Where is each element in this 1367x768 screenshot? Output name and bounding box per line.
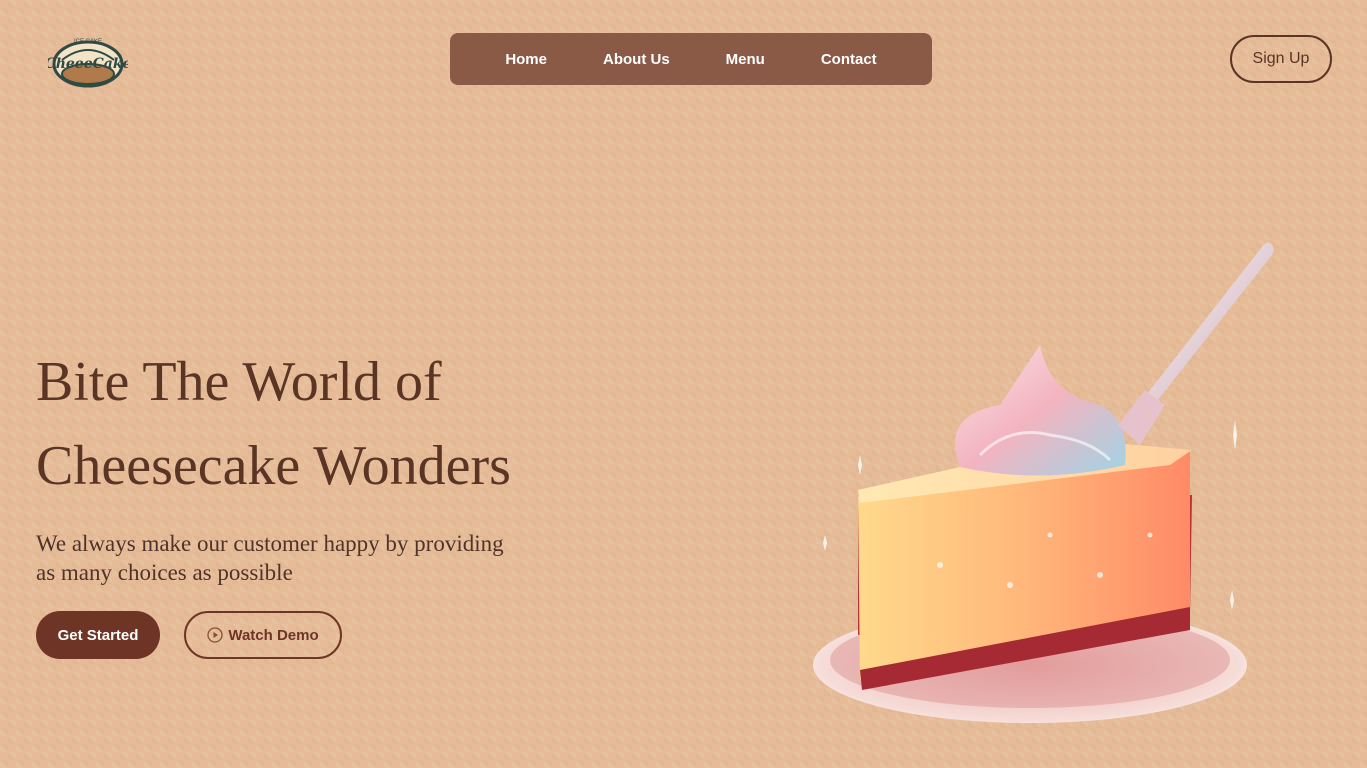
- nav-contact-link[interactable]: Contact: [821, 51, 877, 68]
- watch-demo-label: Watch Demo: [228, 626, 319, 644]
- hero-subtitle: We always make our customer happy by pro…: [36, 529, 546, 587]
- brand-logo[interactable]: ICE CAKE CheeeCake: [45, 30, 132, 90]
- nav-home-link[interactable]: Home: [505, 51, 547, 68]
- watch-demo-button[interactable]: Watch Demo: [184, 611, 342, 659]
- logo-word: CheeeCake: [48, 56, 128, 72]
- cheesecake-logo-icon: ICE CAKE CheeeCake: [45, 39, 132, 88]
- nav-about-link[interactable]: About Us: [603, 51, 670, 68]
- hero-subtitle-line-2: as many choices as possible: [36, 560, 293, 585]
- get-started-button[interactable]: Get Started: [36, 611, 160, 659]
- sign-up-button[interactable]: Sign Up: [1230, 35, 1332, 83]
- hero-subtitle-line-1: We always make our customer happy by pro…: [36, 531, 504, 556]
- hero-title-line-2: Cheesecake Wonders: [36, 435, 511, 497]
- cheesecake-illustration: [800, 235, 1280, 735]
- main-nav: Home About Us Menu Contact: [450, 33, 932, 85]
- logo-top-text: ICE CAKE: [74, 39, 102, 45]
- hero-title-line-1: Bite The World of: [36, 351, 442, 413]
- play-circle-icon: [207, 627, 223, 643]
- hero-title: Bite The World of Cheesecake Wonders: [36, 340, 636, 508]
- nav-menu-link[interactable]: Menu: [726, 51, 765, 68]
